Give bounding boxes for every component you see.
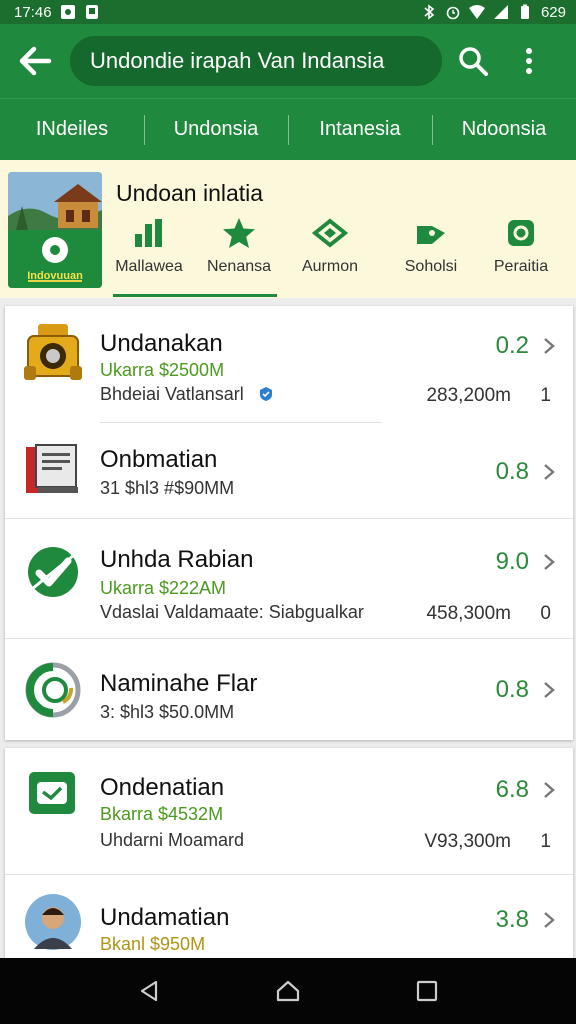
item-score: 3.8 — [495, 906, 529, 933]
item-title: Unhda Rabian — [100, 546, 254, 573]
check-badge-icon — [28, 547, 78, 597]
battery-level: 629 — [540, 3, 566, 21]
category-3[interactable]: Aurmon — [289, 214, 371, 294]
item-detail: Bhdeiai Vatlansarl — [100, 384, 244, 404]
monitor-icon — [26, 444, 78, 493]
star-icon — [223, 218, 255, 248]
tab-4[interactable]: Ndoonsia — [432, 99, 576, 161]
list-item[interactable]: Undanakan Ukarra $2500M Bhdeiai Vatlansa… — [5, 306, 573, 422]
selected-category-indicator — [113, 294, 277, 297]
alarm-icon — [446, 6, 460, 20]
item-score: 6.8 — [495, 776, 529, 803]
chevron-right-icon — [544, 464, 555, 480]
ring-logo-icon — [25, 662, 81, 718]
item-count: 1 — [540, 385, 551, 406]
item-title: Undamatian — [100, 904, 230, 931]
signal-icon — [493, 5, 508, 19]
more-options-button[interactable] — [504, 24, 554, 98]
tab-3[interactable]: Intanesia — [288, 99, 432, 161]
list-card: Ondenatian Bkarra $4532M Uhdarni Moamard… — [5, 748, 573, 960]
category-label: Peraitia — [493, 258, 549, 275]
item-detail: 3: $hl3 $50.0MM — [100, 702, 235, 722]
item-score: 0.2 — [495, 332, 529, 359]
category-label: Nenansa — [206, 258, 272, 275]
item-title: Onbmatian — [100, 446, 218, 473]
category-label: Soholsi — [404, 258, 458, 275]
nav-recents-button[interactable] — [407, 971, 447, 1011]
item-score: 0.8 — [495, 676, 529, 703]
list-card: Undanakan Ukarra $2500M Bhdeiai Vatlansa… — [5, 306, 573, 740]
item-subtitle: Bkarra $4532M — [100, 804, 224, 824]
back-button[interactable] — [0, 24, 70, 98]
category-label: Mallawea — [115, 258, 183, 275]
list-item[interactable]: Naminahe Flar 3: $hl3 $50.0MM 0.8 — [5, 638, 573, 740]
wifi-icon — [468, 5, 485, 19]
square-ring-icon — [508, 220, 534, 246]
item-amount: 458,300m — [426, 603, 511, 624]
back-arrow-icon — [19, 46, 52, 76]
system-nav-bar — [0, 958, 576, 1024]
list-item[interactable]: Undamatian Bkanl $950M 3.8 — [5, 874, 573, 960]
item-detail: 31 $hl3 #$90MM — [100, 478, 235, 498]
item-amount: 283,200m — [426, 385, 511, 406]
search-button[interactable] — [442, 24, 504, 98]
avatar-icon — [25, 894, 81, 950]
category-2[interactable]: Nenansa — [198, 214, 280, 294]
category-1[interactable]: Mallawea — [108, 214, 190, 294]
promo-image[interactable]: Indovuuan — [8, 172, 102, 288]
item-title: Naminahe Flar — [100, 670, 258, 697]
bar-chart-icon — [135, 219, 162, 247]
square-recents-icon — [416, 980, 437, 1002]
tag-icon — [417, 226, 445, 244]
promo-image-caption: Indovuuan — [27, 270, 83, 282]
item-detail: Uhdarni Moamard — [100, 830, 245, 850]
item-title: Undanakan — [100, 330, 223, 357]
list-item[interactable]: Ondenatian Bkarra $4532M Uhdarni Moamard… — [5, 748, 573, 874]
tab-bar: INdeiles Undonsia Intanesia Ndoonsia — [0, 98, 576, 160]
notification-icon — [60, 5, 75, 19]
search-field[interactable]: Undondie irapah Van Indansia — [70, 36, 442, 86]
category-label: Aurmon — [301, 258, 359, 275]
item-score: 9.0 — [495, 548, 529, 575]
chevron-right-icon — [544, 912, 555, 928]
list-item[interactable]: Unhda Rabian Ukarra $222AM Vdaslai Valda… — [5, 518, 573, 638]
chevron-right-icon — [544, 782, 555, 798]
nav-home-button[interactable] — [268, 971, 308, 1011]
item-subtitle: Bkanl $950M — [100, 934, 206, 954]
search-icon — [459, 47, 488, 76]
item-detail: Vdaslai Valdamaate: Siabgualkar — [100, 602, 364, 622]
item-subtitle: Ukarra $222AM — [100, 578, 227, 598]
home-icon — [276, 980, 300, 1002]
list-item[interactable]: Onbmatian 31 $hl3 #$90MM 0.8 — [5, 422, 573, 518]
chevron-right-icon — [544, 554, 555, 570]
item-amount: V93,300m — [424, 831, 511, 852]
battery-icon — [520, 4, 529, 19]
verified-badge-icon — [260, 387, 272, 401]
status-time: 17:46 — [14, 3, 52, 21]
chevron-right-icon — [544, 682, 555, 698]
item-count: 0 — [540, 603, 551, 624]
item-count: 1 — [540, 831, 551, 852]
nav-back-button[interactable] — [129, 971, 169, 1011]
item-score: 0.8 — [495, 458, 529, 485]
diamond-icon — [312, 218, 348, 248]
camera-icon — [24, 324, 82, 380]
item-subtitle: Ukarra $2500M — [100, 360, 225, 380]
category-5[interactable]: Peraitia — [480, 214, 562, 294]
promo-title: Undoan inlatia — [116, 180, 264, 206]
app-notification-icon — [85, 5, 98, 19]
triangle-back-icon — [141, 980, 158, 1002]
tab-1[interactable]: INdeiles — [0, 99, 144, 161]
promo-panel: Indovuuan Undoan inlatia Mallawea Nenans… — [0, 160, 576, 298]
wallet-icon — [29, 772, 75, 814]
status-bar: 17:46 629 — [0, 0, 576, 24]
chevron-right-icon — [544, 338, 555, 354]
more-vert-icon — [526, 48, 532, 74]
item-title: Ondenatian — [100, 774, 225, 801]
app-bar: Undondie irapah Van Indansia — [0, 24, 576, 98]
bluetooth-icon — [424, 4, 435, 20]
tab-2[interactable]: Undonsia — [144, 99, 288, 161]
category-4[interactable]: Soholsi — [390, 214, 472, 294]
